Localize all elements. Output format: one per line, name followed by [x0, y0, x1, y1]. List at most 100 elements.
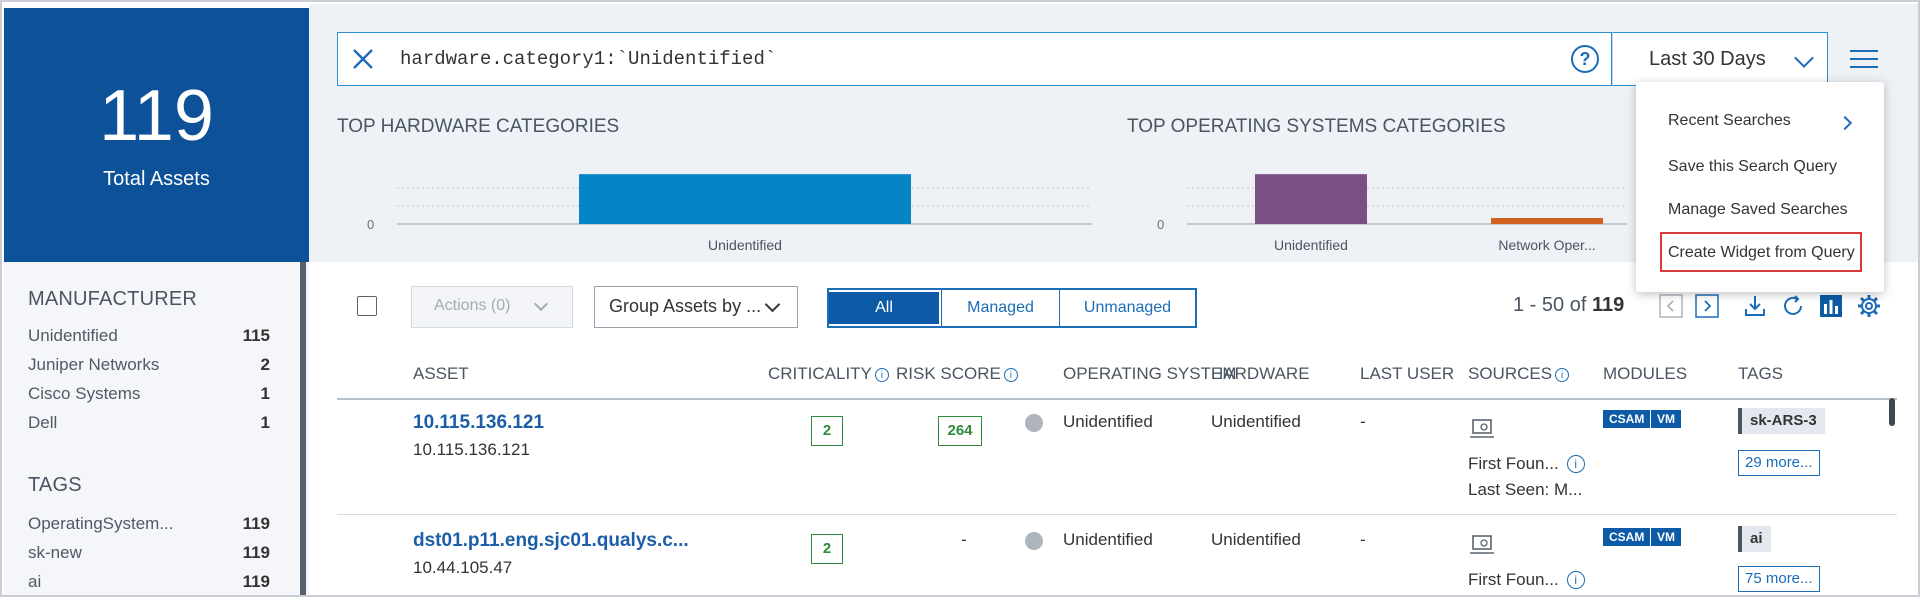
col-header-sources[interactable]: SOURCES i — [1468, 364, 1570, 384]
more-tags-link[interactable]: 29 more... — [1738, 450, 1820, 476]
facet-item[interactable]: Juniper Networks 2 — [28, 355, 270, 377]
bar[interactable] — [1491, 218, 1603, 224]
menu-item-create-widget[interactable]: Create Widget from Query — [1668, 244, 1855, 262]
module-badge: CSAM — [1603, 528, 1651, 546]
tag-badge[interactable]: ai — [1738, 526, 1771, 552]
info-icon[interactable]: i — [1555, 368, 1570, 382]
chart-title-hardware: TOP HARDWARE CATEGORIES — [337, 116, 620, 137]
col-header-tags[interactable]: TAGS — [1738, 364, 1783, 384]
search-query[interactable]: hardware.category1:`Unidentified` — [400, 48, 776, 70]
facet-sidebar: MANUFACTURER Unidentified 115 Juniper Net… — [4, 262, 309, 595]
y-tick-label: 0 — [1157, 217, 1164, 232]
info-icon[interactable]: i — [874, 368, 889, 382]
facet-title-tags: TAGS — [28, 474, 82, 496]
table-scrollbar[interactable] — [1889, 398, 1895, 426]
facet-title-manufacturer: MANUFACTURER — [28, 288, 198, 310]
col-header-asset[interactable]: ASSET — [413, 364, 469, 384]
first-found: First Foun... i — [1468, 454, 1585, 474]
hardware-categories-chart: 0 Unidentified — [367, 174, 1092, 253]
menu-item-recent-searches[interactable]: Recent Searches — [1668, 112, 1791, 130]
hardware-value: Unidentified — [1211, 412, 1301, 431]
x-tick-label: Unidentified — [708, 237, 782, 253]
search-bar[interactable]: hardware.category1:`Unidentified` ? — [337, 32, 1612, 86]
asset-ip: 10.115.136.121 — [413, 440, 530, 459]
pagination-info: 1 - 50 of 119 — [1513, 294, 1625, 316]
col-header-criticality[interactable]: CRITICALITY i — [768, 364, 889, 384]
info-icon[interactable]: i — [1566, 455, 1585, 473]
chevron-down-icon — [764, 296, 781, 313]
facet-item[interactable]: Unidentified 115 — [28, 326, 270, 348]
criticality-badge: 2 — [811, 416, 843, 446]
asset-name-link[interactable]: 10.115.136.121 — [413, 412, 544, 434]
more-tags-link[interactable]: 75 more... — [1738, 566, 1820, 592]
sidebar-scrollbar[interactable] — [300, 262, 306, 595]
info-icon[interactable]: i — [1566, 571, 1585, 589]
close-icon[interactable] — [350, 46, 376, 72]
menu-item-manage-saved-searches[interactable]: Manage Saved Searches — [1668, 201, 1848, 219]
tag-badge[interactable]: sk-ARS-3 — [1738, 408, 1825, 434]
module-badge: VM — [1651, 528, 1681, 546]
first-found: First Foun... i — [1468, 570, 1585, 590]
assets-table: ASSET CRITICALITY i RISK SCORE i OPERATING… — [309, 344, 1918, 595]
col-header-risk-score[interactable]: RISK SCORE i — [896, 364, 1018, 384]
gear-icon[interactable] — [1857, 294, 1881, 318]
menu-item-save-search[interactable]: Save this Search Query — [1668, 158, 1837, 176]
os-icon — [1025, 532, 1043, 550]
hamburger-menu-icon[interactable] — [1850, 50, 1878, 70]
laptop-icon — [1470, 535, 1494, 554]
total-assets-label: Total Assets — [103, 168, 210, 190]
row-divider — [337, 514, 1897, 515]
select-all-checkbox[interactable] — [357, 296, 377, 316]
facet-item[interactable]: Dell 1 — [28, 413, 270, 435]
criticality-badge: 2 — [811, 534, 843, 564]
group-assets-select[interactable]: Group Assets by ... — [594, 286, 798, 328]
module-badge: CSAM — [1603, 410, 1651, 428]
risk-score-value: - — [961, 530, 967, 549]
os-icon — [1025, 414, 1043, 432]
facet-item[interactable]: OperatingSystem... 119 — [28, 514, 270, 536]
date-range-select[interactable]: Last 30 Days — [1612, 32, 1828, 86]
filter-segmented-control: All Managed Unmanaged — [827, 288, 1197, 328]
header-divider — [337, 398, 1897, 400]
col-header-last-user[interactable]: LAST USER — [1360, 364, 1454, 384]
refresh-icon[interactable] — [1781, 294, 1805, 318]
total-assets-count: 119 — [99, 76, 214, 156]
column-chart-icon[interactable] — [1819, 294, 1843, 318]
last-user-value: - — [1360, 412, 1366, 431]
bar[interactable] — [1255, 174, 1367, 224]
app-window: 119 Total Assets MANUFACTURER Unidentifi… — [0, 0, 1920, 597]
chevron-right-icon — [1837, 115, 1853, 131]
facet-item[interactable]: ai 119 — [28, 572, 270, 594]
os-value: Unidentified — [1063, 530, 1153, 549]
help-icon[interactable]: ? — [1571, 45, 1599, 73]
chart-title-os: TOP OPERATING SYSTEMS CATEGORIES — [1127, 116, 1506, 137]
os-categories-chart: 0 Unidentified Network Oper... — [1157, 174, 1627, 253]
bar[interactable] — [579, 174, 911, 224]
filter-unmanaged[interactable]: Unmanaged — [1059, 290, 1195, 326]
total-assets-panel: 119 Total Assets — [4, 8, 309, 262]
download-icon[interactable] — [1743, 294, 1767, 318]
x-tick-label: Network Oper... — [1498, 237, 1595, 253]
previous-page-icon[interactable] — [1659, 294, 1683, 318]
chevron-down-icon — [1794, 48, 1814, 68]
asset-name-link[interactable]: dst01.p11.eng.sjc01.qualys.c... — [413, 530, 689, 552]
chevron-down-icon — [533, 296, 549, 312]
actions-button[interactable]: Actions (0) — [411, 286, 573, 328]
next-page-icon[interactable] — [1695, 294, 1719, 318]
filter-all[interactable]: All — [829, 290, 941, 326]
last-user-value: - — [1360, 530, 1366, 549]
hardware-value: Unidentified — [1211, 530, 1301, 549]
last-seen: Last Seen: M... — [1468, 480, 1583, 499]
date-range-label: Last 30 Days — [1649, 48, 1766, 70]
asset-ip: 10.44.105.47 — [413, 558, 513, 577]
x-tick-label: Unidentified — [1274, 237, 1348, 253]
info-icon[interactable]: i — [1003, 368, 1018, 382]
filter-managed[interactable]: Managed — [941, 290, 1059, 326]
facet-item[interactable]: Cisco Systems 1 — [28, 384, 270, 406]
module-badge: VM — [1651, 410, 1681, 428]
os-value: Unidentified — [1063, 412, 1153, 431]
col-header-modules[interactable]: MODULES — [1603, 364, 1687, 384]
col-header-hardware[interactable]: HARDWARE — [1211, 364, 1310, 384]
facet-item[interactable]: sk-new 119 — [28, 543, 270, 565]
search-options-menu: Recent Searches Save this Search Query M… — [1636, 82, 1884, 292]
